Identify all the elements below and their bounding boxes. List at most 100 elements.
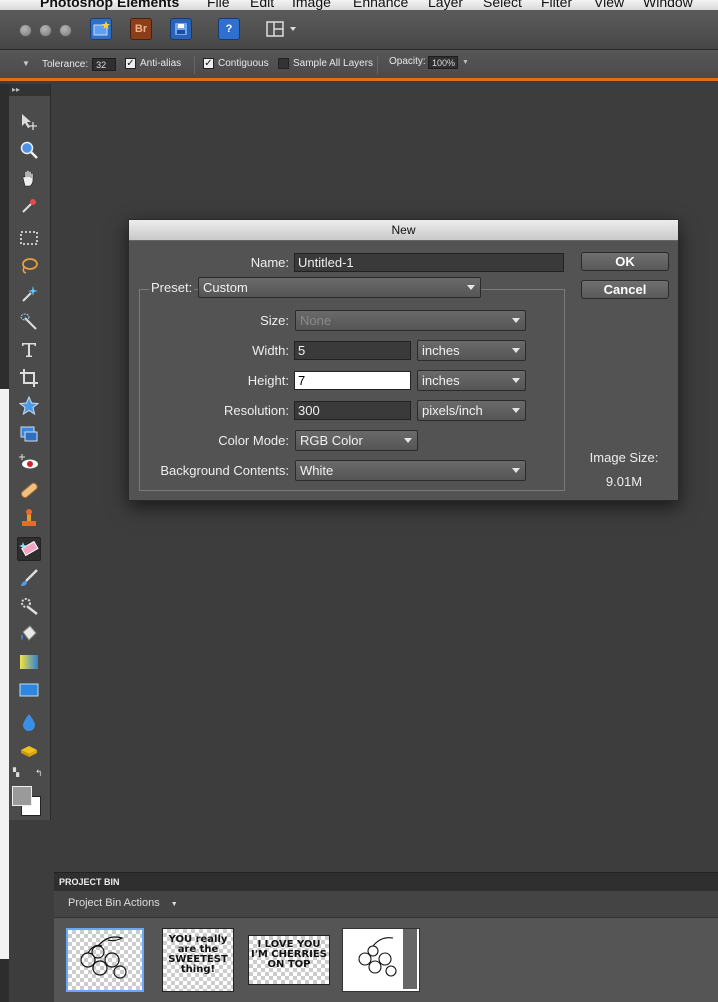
height-input[interactable]: 7: [294, 371, 411, 390]
bin-thumbnail[interactable]: [66, 928, 144, 992]
opacity-control[interactable]: 100% ▼: [428, 56, 469, 69]
bin-thumbnail[interactable]: [342, 928, 420, 992]
contiguous-label: Contiguous: [218, 58, 269, 69]
image-size-value: 9.01M: [605, 474, 643, 489]
tolerance-label: Tolerance:: [42, 59, 89, 70]
application-toolbar: Br ?: [0, 10, 718, 50]
menu-file[interactable]: File: [207, 0, 230, 10]
antialias-option[interactable]: ✓ Anti-alias: [125, 58, 181, 69]
project-bin-toolbar: Project Bin Actions ▼: [54, 891, 718, 918]
sample-all-layers-checkbox[interactable]: [278, 58, 289, 69]
options-divider: [194, 56, 195, 74]
zoom-window-button[interactable]: [59, 24, 72, 37]
width-input[interactable]: 5: [294, 341, 411, 360]
contiguous-option[interactable]: ✓ Contiguous: [203, 58, 269, 69]
move-tool[interactable]: [17, 110, 41, 134]
type-tool-icon: [22, 343, 36, 357]
width-unit-select[interactable]: inches: [417, 340, 526, 361]
shape-tool[interactable]: [17, 678, 41, 702]
smart-brush-tool[interactable]: [17, 594, 41, 618]
cookie-cutter-icon: [19, 396, 39, 416]
ok-button[interactable]: OK: [581, 252, 669, 271]
save-button[interactable]: [170, 18, 192, 40]
color-mode-value: RGB Color: [300, 433, 363, 448]
red-eye-removal-tool[interactable]: [17, 450, 41, 474]
type-tool[interactable]: [17, 338, 41, 362]
height-unit-select[interactable]: inches: [417, 370, 526, 391]
rectangular-marquee-tool[interactable]: [17, 226, 41, 250]
resolution-unit-select[interactable]: pixels/inch: [417, 400, 526, 421]
sponge-tool[interactable]: [17, 738, 41, 762]
blur-tool[interactable]: [17, 710, 41, 734]
save-icon: [175, 23, 187, 35]
opacity-dropdown-icon[interactable]: ▼: [462, 59, 469, 66]
name-input[interactable]: Untitled-1: [294, 253, 564, 272]
preset-label: Preset:: [149, 280, 195, 295]
dialog-title: New: [129, 220, 678, 241]
sample-all-layers-option[interactable]: Sample All Layers: [278, 58, 373, 69]
eyedropper-tool[interactable]: [17, 194, 41, 218]
bin-thumbnail[interactable]: YOU really are the SWEETEST thing!: [162, 928, 234, 992]
contiguous-checkbox[interactable]: ✓: [203, 58, 214, 69]
height-label: Height:: [247, 373, 289, 388]
width-unit-value: inches: [422, 343, 460, 358]
rectangle-shape-icon: [19, 683, 39, 697]
menu-image[interactable]: Image: [292, 0, 331, 10]
crop-tool[interactable]: [17, 366, 41, 390]
tolerance-input[interactable]: 32: [92, 58, 117, 71]
gradient-tool[interactable]: [17, 650, 41, 674]
swap-colors-icon[interactable]: ↰: [35, 768, 43, 779]
workspace-layout-button[interactable]: [264, 18, 300, 40]
brush-tool[interactable]: [17, 566, 41, 590]
bin-thumbnail[interactable]: I LOVE YOU I'M CHERRIES ON TOP: [248, 935, 330, 985]
background-window-fragment: [0, 389, 9, 959]
magic-wand-tool[interactable]: [17, 282, 41, 306]
bridge-button[interactable]: Br: [130, 18, 152, 40]
recompose-tool[interactable]: [17, 422, 41, 446]
default-colors-icon[interactable]: ▚: [13, 768, 19, 777]
options-menu-arrow-icon[interactable]: ▼: [22, 59, 30, 68]
sample-all-layers-label: Sample All Layers: [293, 58, 374, 69]
menu-filter[interactable]: Filter: [541, 0, 572, 10]
spot-healing-brush-tool[interactable]: [17, 478, 41, 502]
project-bin-actions-menu[interactable]: Project Bin Actions ▼: [68, 897, 178, 909]
menu-window[interactable]: Window: [643, 0, 693, 10]
close-window-button[interactable]: [19, 24, 32, 37]
width-label: Width:: [252, 343, 289, 358]
layout-icon: [266, 21, 296, 37]
tools-panel-expand-icon[interactable]: ▸▸: [9, 84, 50, 96]
recompose-icon: [20, 426, 38, 442]
antialias-checkbox[interactable]: ✓: [125, 58, 136, 69]
minimize-window-button[interactable]: [39, 24, 52, 37]
cancel-button[interactable]: Cancel: [581, 280, 669, 299]
help-button[interactable]: ?: [218, 18, 240, 40]
new-file-button[interactable]: [90, 18, 112, 40]
menu-enhance[interactable]: Enhance: [353, 0, 408, 10]
paint-bucket-tool[interactable]: [17, 622, 41, 646]
tools-panel: ▸▸ ▚ ↰: [9, 84, 51, 820]
resolution-label: Resolution:: [223, 403, 289, 418]
zoom-tool[interactable]: [17, 138, 41, 162]
chevron-down-icon: [512, 468, 520, 473]
menu-view[interactable]: View: [594, 0, 624, 10]
size-value: None: [300, 313, 332, 328]
menu-layer[interactable]: Layer: [428, 0, 463, 10]
brush-icon: [21, 569, 38, 586]
lasso-tool[interactable]: [17, 254, 41, 278]
cookie-cutter-tool[interactable]: [17, 394, 41, 418]
foreground-color-swatch[interactable]: [12, 786, 32, 806]
resolution-input[interactable]: 300: [294, 401, 411, 420]
project-bin-header[interactable]: PROJECT BIN: [54, 872, 718, 891]
gradient-icon: [20, 655, 38, 669]
quick-selection-tool[interactable]: [17, 310, 41, 334]
hand-tool[interactable]: [17, 166, 41, 190]
menu-edit[interactable]: Edit: [250, 0, 274, 10]
preset-select[interactable]: Custom: [198, 277, 481, 298]
clone-stamp-tool[interactable]: [17, 506, 41, 530]
color-mode-select[interactable]: RGB Color: [295, 430, 418, 451]
opacity-input[interactable]: 100%: [428, 56, 458, 69]
background-contents-select[interactable]: White: [295, 460, 526, 481]
eraser-tool[interactable]: [17, 537, 41, 561]
menu-select[interactable]: Select: [483, 0, 522, 10]
app-name[interactable]: Photoshop Elements: [40, 0, 179, 10]
